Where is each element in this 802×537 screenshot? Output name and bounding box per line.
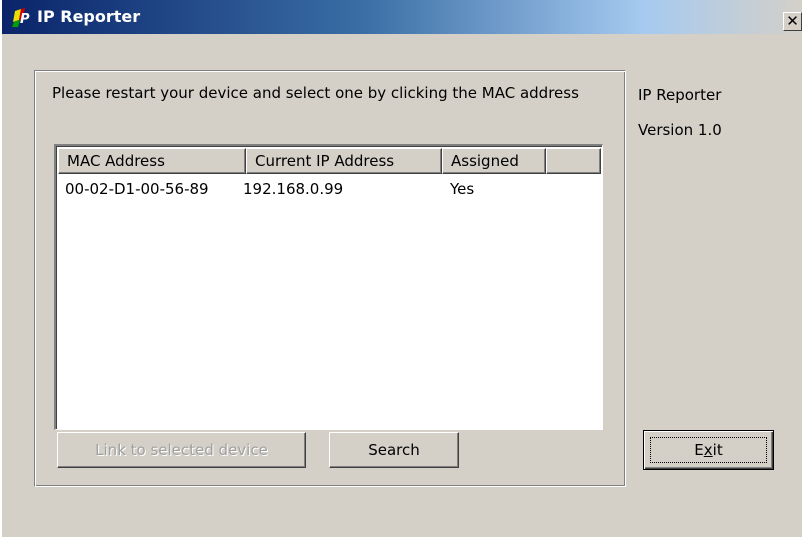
- cell-ip: 192.168.0.99: [243, 180, 344, 198]
- column-header-assigned[interactable]: Assigned: [442, 148, 546, 174]
- version-label: Version 1.0: [638, 121, 722, 139]
- column-header-ip[interactable]: Current IP Address: [246, 148, 442, 174]
- column-header-empty: [546, 148, 601, 174]
- search-button[interactable]: Search: [329, 432, 459, 468]
- title-bar[interactable]: P IP Reporter: [2, 0, 802, 34]
- column-header-mac[interactable]: MAC Address: [58, 148, 246, 174]
- close-icon[interactable]: ✕: [783, 12, 802, 31]
- window-title: IP Reporter: [37, 7, 141, 26]
- instruction-text: Please restart your device and select on…: [52, 84, 579, 102]
- list-header: MAC Address Current IP Address Assigned: [58, 148, 601, 174]
- svg-text:P: P: [20, 12, 30, 27]
- cell-assigned: Yes: [450, 180, 475, 198]
- exit-button-label: Exit: [650, 437, 767, 463]
- app-name-label: IP Reporter: [638, 86, 722, 104]
- ip-reporter-window: P IP Reporter ✕ Please restart your devi…: [0, 0, 802, 537]
- ip-logo-icon: P: [12, 8, 30, 27]
- device-list[interactable]: MAC Address Current IP Address Assigned …: [54, 144, 603, 430]
- cell-mac: 00-02-D1-00-56-89: [65, 180, 209, 198]
- link-to-device-button[interactable]: Link to selected device: [57, 432, 306, 468]
- exit-button[interactable]: Exit: [643, 430, 774, 470]
